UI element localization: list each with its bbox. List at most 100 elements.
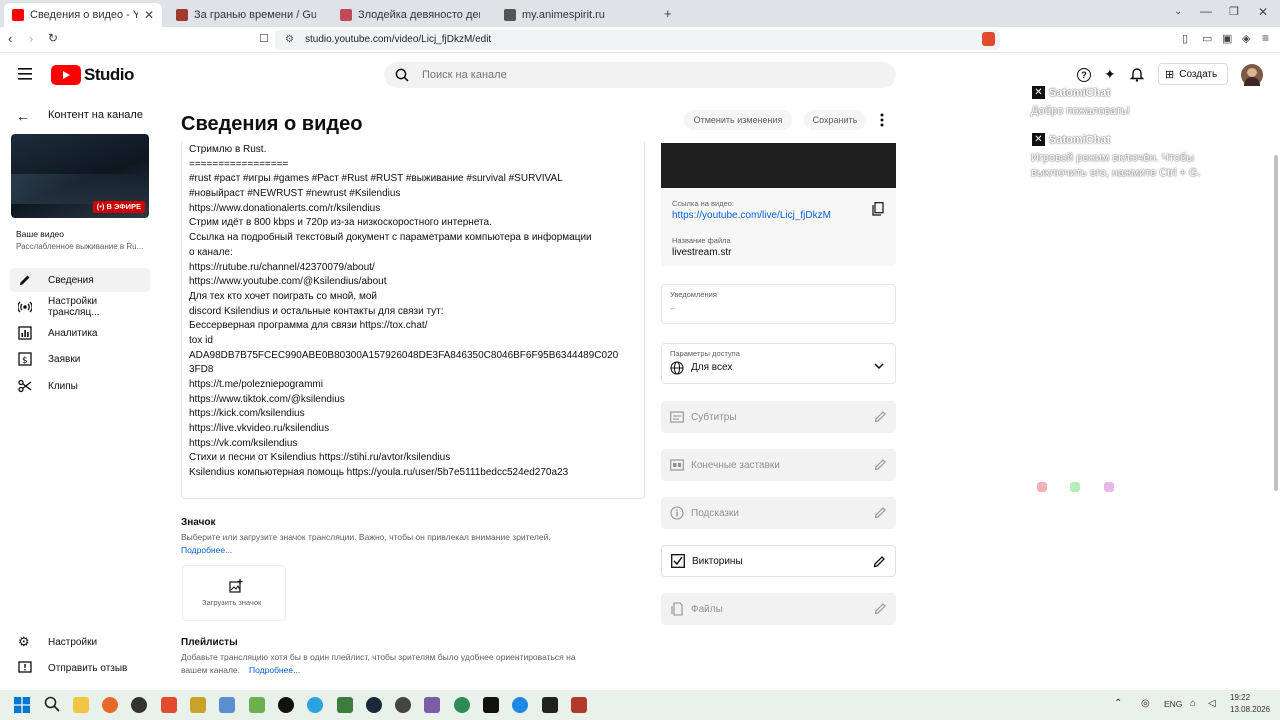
video-thumbnail[interactable]: (•) В ЭФИРЕ [11,134,149,218]
app-icon[interactable] [483,697,499,713]
app-icon[interactable] [454,697,470,713]
browser-tab[interactable]: my.animespirit.ru [496,3,656,27]
firefox-icon[interactable] [102,697,118,713]
app-icon[interactable] [219,697,235,713]
clock-time[interactable]: 19:22 [1230,693,1250,702]
upload-thumbnail-button[interactable]: Загрузить значок [182,565,286,621]
vpn-icon[interactable]: ◈ [1242,32,1250,45]
description-line: https://www.youtube.com/@Ksilendius/abou… [189,276,387,288]
page-scrollbar[interactable] [1274,155,1278,491]
brave-shield-icon[interactable] [982,32,995,46]
file-explorer-icon[interactable] [73,697,89,713]
menu-icon[interactable]: ≡ [1262,31,1269,45]
end-screens-row[interactable]: Конечные заставки [661,449,896,481]
edit-pencil-icon[interactable] [873,555,886,568]
notifications-field[interactable]: Уведомления – [661,284,896,324]
chat-message: Игровой режим включён. Чтобы [1031,152,1195,164]
edit-pencil-icon[interactable] [874,458,887,471]
channel-search-box[interactable] [384,62,896,88]
sidebar-item-broadcast-settings[interactable]: Настройки трансляц... [10,295,150,319]
windows-start-icon[interactable] [14,697,30,713]
app-icon[interactable] [395,697,411,713]
create-button[interactable]: ⊞ Создать [1158,63,1228,85]
chat-app-icon: ✕ [1032,86,1045,99]
brave-browser-icon[interactable] [161,697,177,713]
close-window-icon[interactable]: ✕ [1258,5,1268,19]
app-icon[interactable] [337,697,353,713]
network-icon[interactable]: ⌂ [1190,698,1196,709]
video-preview[interactable] [661,143,896,188]
edit-pencil-icon[interactable] [874,602,887,615]
video-link[interactable]: https://youtube.com/live/Licj_fjDkzM [672,210,831,221]
studio-logo[interactable]: Studio [51,65,134,85]
bookmark-icon[interactable]: ☐ [259,32,269,45]
obs-icon[interactable] [131,697,147,713]
more-options-icon[interactable] [879,112,885,128]
language-indicator[interactable]: ENG [1164,699,1182,709]
copy-icon[interactable] [872,202,884,216]
browser-tab[interactable]: За гранью времени / Guangyin Zhi [168,3,328,27]
app-icon[interactable] [512,697,528,713]
forward-icon[interactable]: › [29,31,33,46]
browser-tab[interactable]: Злодейка девяносто девятого уров [332,3,492,27]
sidebar-item-analytics[interactable]: Аналитика [10,321,150,345]
sparkle-icon[interactable]: ✦ [1104,66,1116,83]
help-icon[interactable]: ? [1077,68,1091,82]
clock-date[interactable]: 13.08.2026 [1230,705,1270,714]
undo-changes-button[interactable]: Отменить изменения [684,110,792,130]
close-tab-icon[interactable]: ✕ [144,8,154,22]
site-info-icon[interactable]: ⚙ [285,30,294,50]
tab-title: Злодейка девяносто девятого уров [358,9,480,21]
telegram-icon[interactable] [307,697,323,713]
channel-content-link[interactable]: Контент на канале [48,109,143,121]
thumbnail-more-link[interactable]: Подробнее... [181,544,232,557]
back-icon[interactable]: ‹ [8,31,12,46]
tray-app-icon[interactable]: ◎ [1141,698,1150,709]
access-settings-dropdown[interactable]: Параметры доступа Для всех [661,343,896,384]
description-line: Стримлю в Rust. [189,144,267,155]
tab-search-icon[interactable]: ⌄ [1174,6,1182,17]
save-button[interactable]: Сохранить [804,110,866,130]
taskbar-search-icon[interactable] [44,696,60,712]
back-arrow-icon[interactable]: ← [16,108,30,124]
search-input[interactable] [422,66,822,84]
sidebar-item-claims[interactable]: $ Заявки [10,347,150,371]
wallet-icon[interactable]: ▣ [1222,32,1232,45]
sidebar-toggle-icon[interactable]: ▯ [1182,32,1188,45]
tab-manager-icon[interactable]: ▭ [1202,32,1212,45]
subtitles-row[interactable]: Субтитры [661,401,896,433]
steam-icon[interactable] [366,697,382,713]
restore-icon[interactable]: ❐ [1229,5,1239,18]
notifications-bell-icon[interactable] [1130,66,1144,82]
reload-icon[interactable]: ↻ [48,31,58,45]
edit-pencil-icon[interactable] [874,410,887,423]
sidebar-item-label: Отправить отзыв [48,662,128,674]
app-icon[interactable] [571,697,587,713]
avatar[interactable] [1241,64,1263,86]
edit-pencil-icon[interactable] [874,506,887,519]
cards-row[interactable]: Подсказки [661,497,896,529]
app-icon[interactable] [424,697,440,713]
browser-tab[interactable]: Сведения о видео - YouTube St ✕ [4,3,162,27]
volume-icon[interactable]: ◁ [1208,698,1216,709]
playlists-more-link[interactable]: Подробнее... [249,664,300,677]
tray-chevron-icon[interactable]: ⌃ [1114,698,1122,709]
new-tab-icon[interactable]: + [664,6,672,21]
hamburger-menu-icon[interactable] [18,68,32,80]
app-icon[interactable] [542,697,558,713]
minimize-icon[interactable]: — [1200,4,1212,18]
app-icon[interactable] [278,697,294,713]
app-icon[interactable] [249,697,265,713]
sidebar-item-clips[interactable]: Клипы [10,374,150,398]
description-line: #rust #раст #игры #games #Раст #Rust #RU… [189,173,563,185]
search-icon[interactable] [395,68,409,82]
files-row[interactable]: Файлы [661,593,896,625]
sidebar-item-settings[interactable]: ⚙ Настройки [10,630,150,654]
quizzes-row[interactable]: Викторины [661,545,896,577]
chat-message: Добро пожаловать! [1031,105,1130,117]
sidebar-item-feedback[interactable]: Отправить отзыв [10,656,150,680]
url-field[interactable]: ⚙ studio.youtube.com/video/Licj_fjDkzM/e… [275,30,1000,50]
app-icon[interactable] [190,697,206,713]
sidebar-item-details[interactable]: Сведения [10,268,150,292]
create-button-label: Создать [1179,68,1218,80]
